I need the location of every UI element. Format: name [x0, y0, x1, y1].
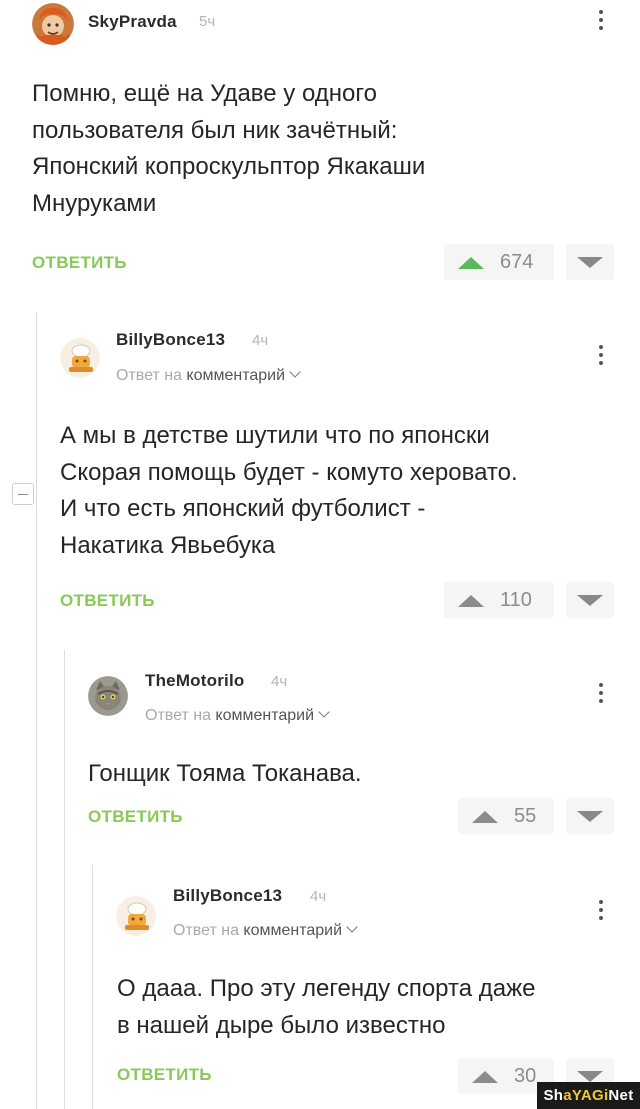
upvote-arrow-icon: [458, 595, 484, 607]
more-options-icon[interactable]: [598, 900, 604, 924]
downvote-button[interactable]: [566, 244, 614, 280]
timestamp: 4ч: [271, 673, 288, 690]
timestamp: 5ч: [199, 13, 216, 30]
reply-button[interactable]: ОТВЕТИТЬ: [88, 807, 183, 827]
reply-button[interactable]: ОТВЕТИТЬ: [117, 1065, 212, 1085]
upvote-arrow-icon: [472, 1071, 498, 1083]
chevron-down-icon: [289, 366, 301, 378]
thread-line-level-2: [64, 650, 65, 1109]
vote-count: 674: [500, 251, 534, 273]
thread-line-level-1: [36, 312, 37, 1109]
reply-to-link[interactable]: Ответ на комментарий: [145, 706, 330, 725]
more-options-icon[interactable]: [598, 10, 604, 34]
reply-to-link[interactable]: Ответ на комментарий: [116, 366, 301, 385]
reply-to-link[interactable]: Ответ на комментарий: [173, 921, 358, 940]
reply-button[interactable]: ОТВЕТИТЬ: [60, 591, 155, 611]
avatar-chef-icon[interactable]: [60, 338, 100, 378]
avatar-chef-icon[interactable]: [116, 896, 156, 936]
avatar-cat-icon[interactable]: [88, 676, 128, 716]
username[interactable]: BillyBonce13: [116, 330, 225, 350]
vote-count: 110: [500, 589, 532, 611]
downvote-button[interactable]: [566, 582, 614, 618]
upvote-button[interactable]: 110: [444, 582, 554, 618]
timestamp: 4ч: [252, 332, 269, 349]
comment-text: Помню, ещё на Удаве у одного пользовател…: [32, 80, 426, 217]
watermark-logo: ShaYAGiNet: [537, 1082, 640, 1109]
downvote-button[interactable]: [566, 798, 614, 834]
upvote-arrow-icon: [472, 811, 498, 823]
chevron-down-icon: [346, 921, 358, 933]
downvote-arrow-icon: [577, 811, 603, 822]
timestamp: 4ч: [310, 888, 327, 905]
upvote-button[interactable]: 55: [458, 798, 554, 834]
downvote-arrow-icon: [577, 257, 603, 268]
username[interactable]: SkyPravda: [88, 12, 177, 32]
username[interactable]: TheMotorilo: [145, 671, 244, 691]
thread-line-level-3: [92, 865, 93, 1109]
vote-count: 55: [514, 805, 537, 827]
more-options-icon[interactable]: [598, 345, 604, 369]
collapse-thread-button[interactable]: [12, 483, 34, 505]
username[interactable]: BillyBonce13: [173, 886, 282, 906]
upvote-arrow-icon: [458, 257, 484, 269]
comment-text: О дааа. Про эту легенду спорта даже в на…: [117, 975, 536, 1039]
downvote-arrow-icon: [577, 595, 603, 606]
reply-button[interactable]: ОТВЕТИТЬ: [32, 253, 127, 273]
comment-text: Гонщик Тояма Токанава.: [88, 760, 362, 787]
upvote-button[interactable]: 674: [444, 244, 554, 280]
downvote-arrow-icon: [577, 1071, 603, 1082]
avatar-redhead-icon[interactable]: [32, 3, 74, 45]
vote-count: 30: [514, 1065, 537, 1087]
chevron-down-icon: [318, 706, 330, 718]
comment-text: А мы в детстве шутили что по японски Ско…: [60, 422, 518, 559]
more-options-icon[interactable]: [598, 683, 604, 707]
